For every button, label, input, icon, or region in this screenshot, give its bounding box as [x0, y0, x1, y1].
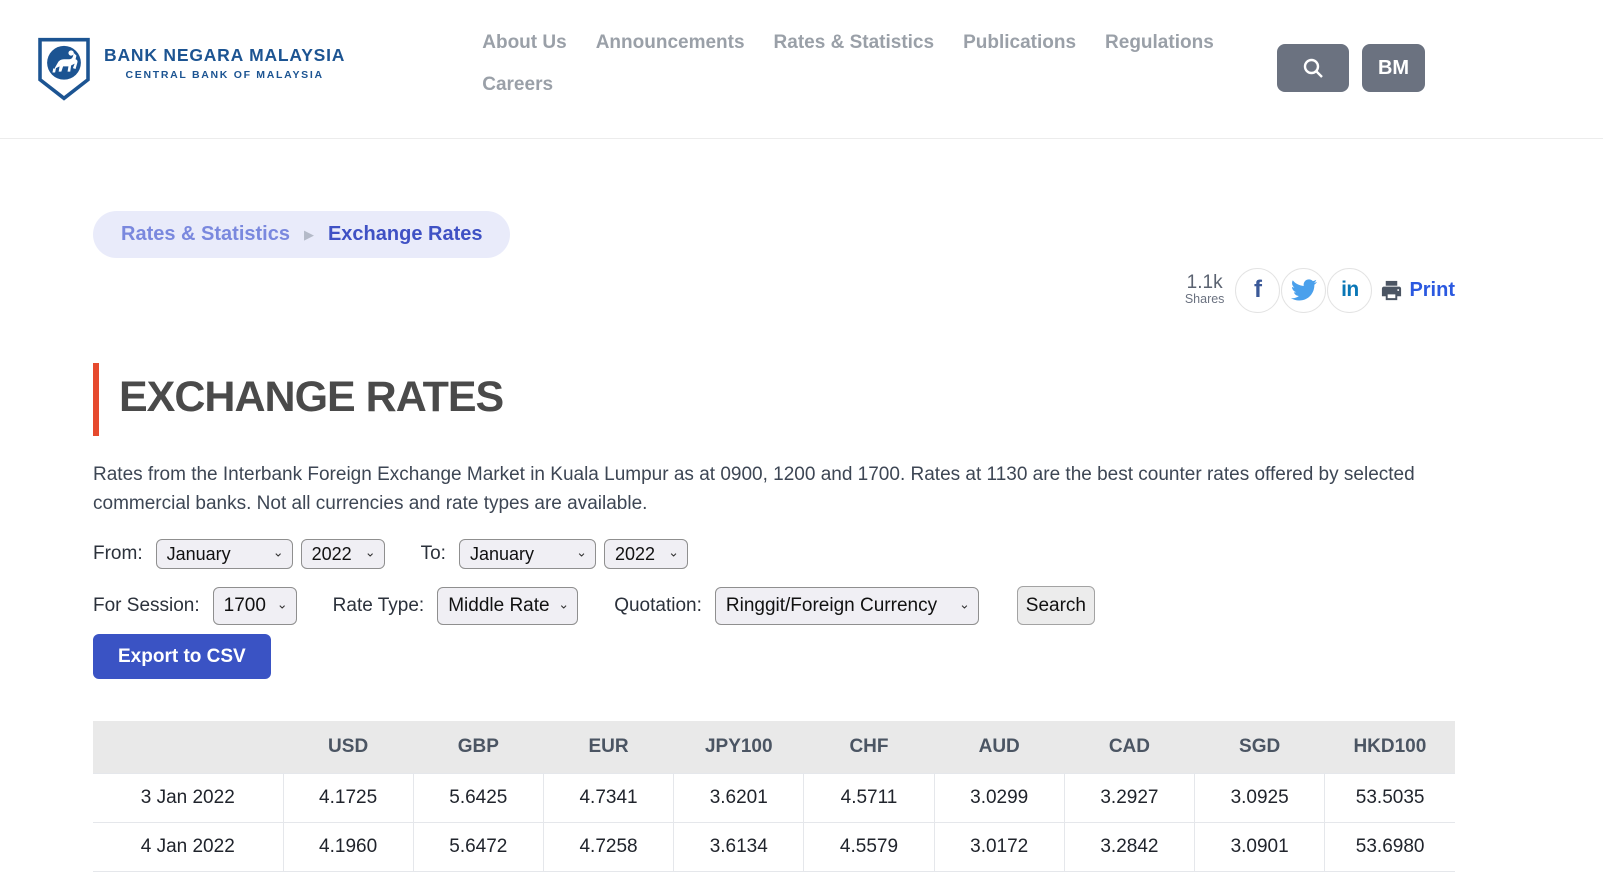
filter-search-button[interactable]: Search: [1017, 586, 1095, 625]
nav-about-us[interactable]: About Us: [482, 32, 566, 54]
cell-sgd: 3.0901: [1195, 822, 1325, 871]
rate-type-select-wrap: Middle Rate ⌄: [437, 587, 578, 625]
session-label: For Session:: [93, 595, 200, 617]
from-label: From:: [93, 543, 143, 565]
breadcrumb-rates-statistics[interactable]: Rates & Statistics: [121, 223, 290, 246]
main-content: Rates & Statistics ▶ Exchange Rates 1.1k…: [93, 139, 1455, 872]
cell-usd: 4.1960: [283, 822, 413, 871]
bnm-logo[interactable]: BANK NEGARA MALAYSIA CENTRAL BANK OF MAL…: [37, 37, 345, 101]
rate-type-select[interactable]: Middle Rate: [437, 587, 578, 625]
session-select[interactable]: 1700: [213, 587, 297, 625]
nav-announcements[interactable]: Announcements: [596, 32, 745, 54]
page-title-block: EXCHANGE RATES: [93, 363, 1455, 436]
nav-publications[interactable]: Publications: [963, 32, 1076, 54]
cell-jpy100: 3.6134: [674, 822, 804, 871]
session-select-wrap: 1700 ⌄: [213, 587, 297, 625]
title-accent-bar: [93, 363, 99, 436]
linkedin-icon: in: [1341, 278, 1359, 302]
page-title: EXCHANGE RATES: [119, 363, 503, 436]
quotation-select-wrap: Ringgit/Foreign Currency ⌄: [715, 587, 979, 625]
search-icon: [1301, 56, 1325, 80]
facebook-icon: f: [1254, 276, 1262, 304]
cell-eur: 4.7341: [543, 773, 673, 822]
from-month-select-wrap: January ⌄: [156, 539, 293, 569]
cell-hkd100: 53.6980: [1325, 822, 1455, 871]
cell-gbp: 5.6472: [413, 822, 543, 871]
col-chf: CHF: [804, 721, 934, 773]
breadcrumb: Rates & Statistics ▶ Exchange Rates: [93, 211, 510, 258]
from-year-select-wrap: 2022 ⌄: [301, 539, 385, 569]
bnm-shield-icon: [37, 37, 91, 101]
cell-hkd100: 53.5035: [1325, 773, 1455, 822]
to-label: To:: [421, 543, 446, 565]
col-sgd: SGD: [1195, 721, 1325, 773]
quotation-label: Quotation:: [614, 595, 702, 617]
share-count-label: Shares: [1185, 293, 1225, 306]
share-toolbar: 1.1k Shares f in Print: [93, 264, 1455, 316]
printer-icon: [1380, 279, 1403, 302]
from-year-select[interactable]: 2022: [301, 539, 385, 569]
share-linkedin-button[interactable]: in: [1327, 268, 1372, 313]
cell-jpy100: 3.6201: [674, 773, 804, 822]
language-toggle-button[interactable]: BM: [1362, 44, 1425, 92]
exchange-rates-table: USD GBP EUR JPY100 CHF AUD CAD SGD HKD10…: [93, 721, 1455, 872]
col-gbp: GBP: [413, 721, 543, 773]
cell-cad: 3.2842: [1064, 822, 1194, 871]
bnm-name: BANK NEGARA MALAYSIA: [104, 45, 345, 66]
col-aud: AUD: [934, 721, 1064, 773]
site-header: BANK NEGARA MALAYSIA CENTRAL BANK OF MAL…: [0, 0, 1603, 139]
export-csv-button[interactable]: Export to CSV: [93, 634, 271, 679]
nav-careers[interactable]: Careers: [482, 74, 553, 96]
page-description: Rates from the Interbank Foreign Exchang…: [93, 460, 1455, 518]
to-month-select-wrap: January ⌄: [459, 539, 596, 569]
cell-usd: 4.1725: [283, 773, 413, 822]
rate-type-label: Rate Type:: [333, 595, 425, 617]
to-year-select[interactable]: 2022: [604, 539, 688, 569]
nav-regulations[interactable]: Regulations: [1105, 32, 1214, 54]
cell-aud: 3.0172: [934, 822, 1064, 871]
print-label: Print: [1409, 279, 1455, 302]
cell-eur: 4.7258: [543, 822, 673, 871]
col-hkd100: HKD100: [1325, 721, 1455, 773]
col-eur: EUR: [543, 721, 673, 773]
filter-row-dates: From: January ⌄ 2022 ⌄ To: January: [93, 539, 1455, 569]
main-nav: About Us Announcements Rates & Statistic…: [482, 32, 1277, 96]
breadcrumb-arrow-icon: ▶: [304, 227, 314, 243]
share-twitter-button[interactable]: [1281, 268, 1326, 313]
filters-form: From: January ⌄ 2022 ⌄ To: January: [93, 539, 1455, 625]
table-row: 4 Jan 2022 4.1960 5.6472 4.7258 3.6134 4…: [93, 822, 1455, 871]
cell-chf: 4.5711: [804, 773, 934, 822]
cell-aud: 3.0299: [934, 773, 1064, 822]
table-row: 3 Jan 2022 4.1725 5.6425 4.7341 3.6201 4…: [93, 773, 1455, 822]
share-count-value: 1.1k: [1185, 273, 1225, 293]
share-count: 1.1k Shares: [1185, 273, 1225, 306]
twitter-icon: [1291, 277, 1317, 303]
cell-cad: 3.2927: [1064, 773, 1194, 822]
to-year-select-wrap: 2022 ⌄: [604, 539, 688, 569]
col-cad: CAD: [1064, 721, 1194, 773]
bnm-subtitle: CENTRAL BANK OF MALAYSIA: [104, 69, 345, 81]
cell-date: 4 Jan 2022: [93, 822, 283, 871]
cell-chf: 4.5579: [804, 822, 934, 871]
cell-sgd: 3.0925: [1195, 773, 1325, 822]
cell-date: 3 Jan 2022: [93, 773, 283, 822]
breadcrumb-exchange-rates[interactable]: Exchange Rates: [328, 223, 483, 246]
filter-row-options: For Session: 1700 ⌄ Rate Type: Middle Ra…: [93, 586, 1455, 625]
col-date: [93, 721, 283, 773]
col-usd: USD: [283, 721, 413, 773]
header-actions: BM: [1277, 44, 1425, 92]
to-month-select[interactable]: January: [459, 539, 596, 569]
cell-gbp: 5.6425: [413, 773, 543, 822]
print-button[interactable]: Print: [1380, 279, 1455, 302]
col-jpy100: JPY100: [674, 721, 804, 773]
from-month-select[interactable]: January: [156, 539, 293, 569]
search-button[interactable]: [1277, 44, 1349, 92]
bnm-wordmark: BANK NEGARA MALAYSIA CENTRAL BANK OF MAL…: [104, 45, 345, 81]
share-facebook-button[interactable]: f: [1235, 268, 1280, 313]
nav-rates-statistics[interactable]: Rates & Statistics: [774, 32, 935, 54]
quotation-select[interactable]: Ringgit/Foreign Currency: [715, 587, 979, 625]
table-header-row: USD GBP EUR JPY100 CHF AUD CAD SGD HKD10…: [93, 721, 1455, 773]
